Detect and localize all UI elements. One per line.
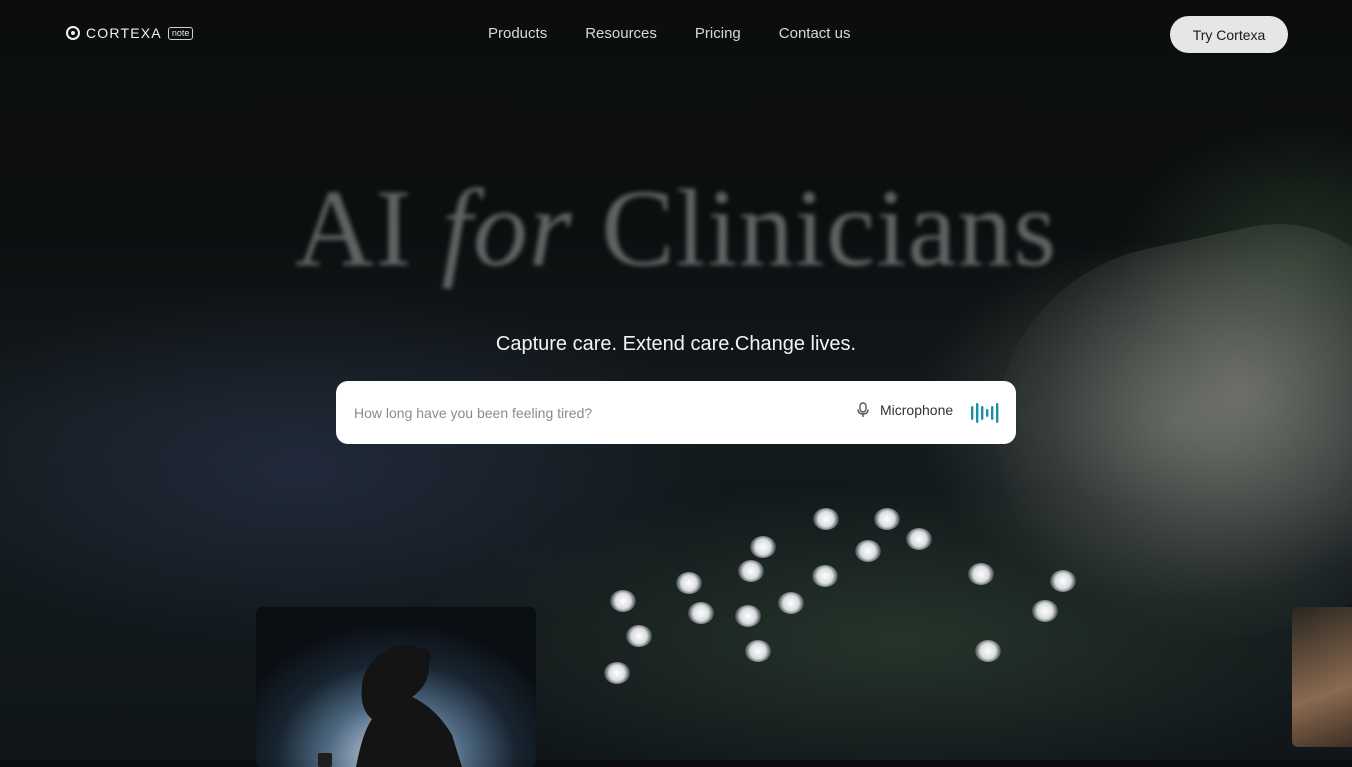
- nav-link-products[interactable]: Products: [488, 25, 547, 42]
- hero-tagline: Capture care. Extend care.Change lives.: [495, 333, 857, 355]
- background-flower: [735, 605, 761, 627]
- nav-links: Products Resources Pricing Contact us: [488, 25, 850, 42]
- logo[interactable]: CORTEXA note: [66, 25, 194, 41]
- background-flower: [874, 508, 900, 530]
- background-flower: [610, 590, 636, 612]
- nav-link-pricing[interactable]: Pricing: [695, 25, 741, 42]
- woman-silhouette-image: [318, 645, 462, 767]
- logo-text: CORTEXA: [86, 25, 162, 41]
- background-flower: [778, 592, 804, 614]
- hero-title-part: AI: [294, 167, 413, 289]
- microphone-icon: [857, 402, 869, 417]
- hero-title-part: Clinicians: [601, 167, 1058, 289]
- hero-title: AI for Clinicians: [0, 165, 1352, 292]
- search-box: Microphone: [336, 381, 1016, 444]
- try-cortexa-button[interactable]: Try Cortexa: [1170, 16, 1288, 53]
- nav-link-resources[interactable]: Resources: [585, 25, 657, 42]
- nav-link-contact[interactable]: Contact us: [779, 25, 851, 42]
- background-flower: [813, 508, 839, 530]
- background-flower: [738, 560, 764, 582]
- background-flower: [1032, 600, 1058, 622]
- background-flower: [975, 640, 1001, 662]
- logo-badge: note: [167, 26, 194, 40]
- top-navigation: CORTEXA note Products Resources Pricing …: [0, 0, 1352, 68]
- microphone-label: Microphone: [880, 402, 954, 418]
- feature-card-image[interactable]: [1292, 607, 1352, 747]
- background-flower: [812, 565, 838, 587]
- background-flower: [626, 625, 652, 647]
- background-flower: [906, 528, 932, 550]
- search-input[interactable]: [352, 401, 836, 425]
- background-flower: [750, 536, 776, 558]
- hero-title-part: for: [441, 167, 573, 289]
- logo-mark-icon: [66, 26, 80, 40]
- background-flower: [676, 572, 702, 594]
- feature-card-image[interactable]: [256, 607, 536, 767]
- microphone-button[interactable]: Microphone: [856, 402, 953, 418]
- background-flower: [968, 563, 994, 585]
- background-flower: [1050, 570, 1076, 592]
- voice-wave-icon[interactable]: [970, 402, 1000, 424]
- background-scene: [0, 0, 1352, 760]
- background-flower: [855, 540, 881, 562]
- background-flower: [604, 662, 630, 684]
- background-flower: [688, 602, 714, 624]
- background-flower: [745, 640, 771, 662]
